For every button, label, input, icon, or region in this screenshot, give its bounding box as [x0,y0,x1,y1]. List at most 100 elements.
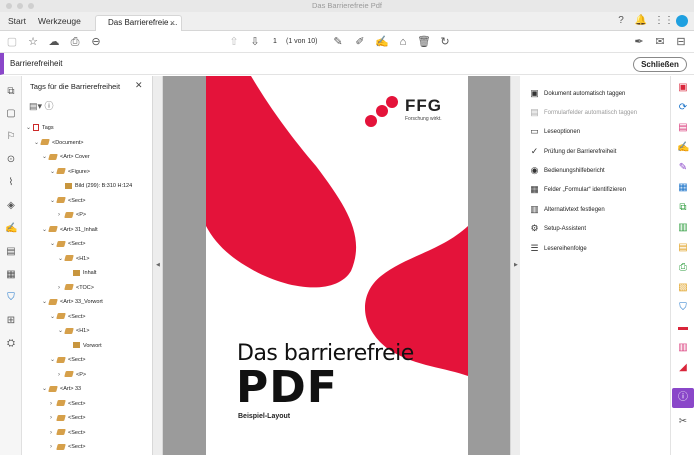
previous-page-icon[interactable]: ⇧ [226,34,242,50]
compare-icon[interactable]: ▥ [677,342,689,354]
tag-tree-row[interactable]: ⌄ <H1> [58,253,89,265]
combine-files-icon[interactable]: ⧉ [677,202,689,214]
redact-icon[interactable]: ▬ [677,322,689,334]
tag-tree-row[interactable]: ⌄ <Figure> [50,166,90,178]
action-item[interactable]: ▥ Alternativtext festlegen [530,203,605,217]
layers-icon[interactable]: ◈ [5,200,17,212]
prepare-form-icon[interactable]: ▦ [677,182,689,194]
action-item[interactable]: ☰ Lesereihenfolge [530,242,586,256]
action-label: Alternativtext festlegen [544,207,605,213]
protect-icon[interactable]: ⛉ [677,302,689,314]
export-pdf-icon[interactable]: ⟳ [677,102,689,114]
action-item[interactable]: ⚙ Setup-Assistent [530,222,586,236]
organize-pages-icon[interactable]: ▥ [677,222,689,234]
zoom-out-icon[interactable]: ⊖ [88,34,104,50]
tags-icon[interactable]: ⛉ [5,292,17,304]
tag-tree-row[interactable]: ⌄ <Art> Cover [42,151,90,163]
avatar[interactable] [676,15,688,27]
tag-tree-row[interactable]: ⌄ <Art> 33 [42,383,81,395]
accessibility-tool-icon[interactable]: ⓘ [672,388,694,408]
options-menu-icon[interactable]: ▤▾ ⓘ [29,99,54,112]
create-pdf-icon[interactable]: ▣ [677,82,689,94]
tag-tree-row[interactable]: › <Sect> [50,398,85,410]
fill-sign-tool-icon[interactable]: ✎ [677,162,689,174]
tab-document[interactable]: Das Barrierefreie ... × [95,15,182,31]
left-splitter[interactable]: ◀ [153,76,163,455]
scan-icon[interactable]: ⎙ [677,262,689,274]
tag-tree-row[interactable]: ⌄ <Sect> [50,311,85,323]
edit-pdf-icon[interactable]: ▤ [677,122,689,134]
next-page-icon[interactable]: ⇩ [247,34,263,50]
bookmark-star-icon[interactable]: ☆ [25,34,41,50]
tag-tree-row[interactable]: ⌄ <Sect> [50,195,85,207]
attachments-icon[interactable]: ▢ [5,108,17,120]
comment-icon[interactable]: ✎ [330,34,346,50]
tag-tree-row[interactable]: ⌄ <Art> 33_Vorwort [42,296,103,308]
window-controls[interactable] [6,3,34,9]
accessibility-lock-icon[interactable]: ⛭ [5,338,17,350]
tag-tree-row[interactable]: › <TOC> [58,282,94,294]
tag-tree-row[interactable]: ⌄ <Sect> [50,354,85,366]
save-icon[interactable]: ▢ [4,34,20,50]
rotate-icon[interactable]: ↻ [437,34,453,50]
apps-grid-icon[interactable]: ⋮⋮ [654,15,674,29]
action-item[interactable]: ▭ Leseoptionen [530,125,580,139]
tag-tree-row[interactable]: › <P> [58,369,86,381]
fill-sign-icon[interactable]: ⊟ [673,34,689,50]
close-tool-button[interactable]: Schließen [633,57,687,72]
highlight-icon[interactable]: ✐ [352,34,368,50]
stamp-icon[interactable]: ⌂ [395,34,411,50]
tag-label: <Sect> [68,429,86,436]
paperclip-icon[interactable]: ⌇ [5,177,17,189]
tag-icon [48,385,58,392]
delete-icon[interactable]: 🗑 [416,34,432,50]
request-signature-icon[interactable]: ✍ [677,142,689,154]
close-tab-icon[interactable]: × [170,16,175,30]
setup-icon: ⚙ [530,222,539,233]
page-number-input[interactable]: 1 [268,36,282,48]
more-tools-icon[interactable]: ✂ [677,416,689,428]
bell-icon[interactable]: 🔔 [634,15,648,29]
tag-tree-row[interactable]: › <Sect> [50,441,85,453]
bookmarks-icon[interactable]: ⚐ [5,131,17,143]
fields-icon[interactable]: ▦ [5,269,17,281]
collapse-arrow-icon[interactable]: ⌄ [26,122,33,134]
model-tree-icon[interactable]: ⊞ [5,315,17,327]
tag-tree-row[interactable]: ⌄ <Art> 31_Inhalt [42,224,98,236]
signatures-icon[interactable]: ✍ [5,223,17,235]
tag-tree-row[interactable]: ⌄ <H1> [58,325,89,337]
tag-tree-row[interactable]: ⌄ <Document> [34,137,84,149]
help-icon[interactable]: ? [614,15,628,29]
tag-tree-row[interactable]: ⌄ <Sect> [50,238,85,250]
sign-icon[interactable]: ✒ [631,34,647,50]
right-splitter[interactable]: ▶ [510,76,520,455]
tag-tree-row[interactable]: Vorwort [66,340,102,352]
print-icon[interactable]: ⎙ [67,34,83,50]
tab-document-label: Das Barrierefreie ... [108,18,178,27]
enhance-icon[interactable]: ▧ [677,282,689,294]
pages-icon[interactable]: ⧉ [5,86,17,98]
tab-tools[interactable]: Werkzeuge [38,12,81,31]
tag-label: <TOC> [76,284,94,291]
collapse-left-icon[interactable]: ◀ [156,262,160,268]
stamp-tool-icon[interactable]: ◢ [677,362,689,374]
upload-cloud-icon[interactable]: ☁ [46,34,62,50]
tab-start[interactable]: Start [8,12,26,31]
tag-tree-row[interactable]: › <Sect> [50,427,85,439]
order-icon[interactable]: ⊙ [5,154,17,166]
draw-icon[interactable]: ✍ [374,34,390,50]
tag-tree-row[interactable]: Inhalt [66,267,96,279]
mail-icon[interactable]: ✉ [652,34,668,50]
content-icon[interactable]: ▤ [5,246,17,258]
action-item[interactable]: ▦ Felder „Formular“ identifizieren [530,183,626,197]
close-panel-icon[interactable]: ✕ [135,80,143,91]
action-item[interactable]: ▣ Dokument automatisch taggen [530,87,625,101]
tag-tree-row[interactable]: Bild (299): B:310 H:124 [58,180,132,192]
collapse-right-icon[interactable]: ▶ [514,262,518,268]
tag-tree-row[interactable]: › <P> [58,209,86,221]
compress-icon[interactable]: ▤ [677,242,689,254]
tag-tree-row[interactable]: › <Sect> [50,412,85,424]
tag-tree-row[interactable]: ⌄ Tags [26,122,54,134]
action-item[interactable]: ◉ Bedienungshilfebericht [530,164,605,178]
action-item[interactable]: ✓ Prüfung der Barrierefreiheit [530,145,617,159]
